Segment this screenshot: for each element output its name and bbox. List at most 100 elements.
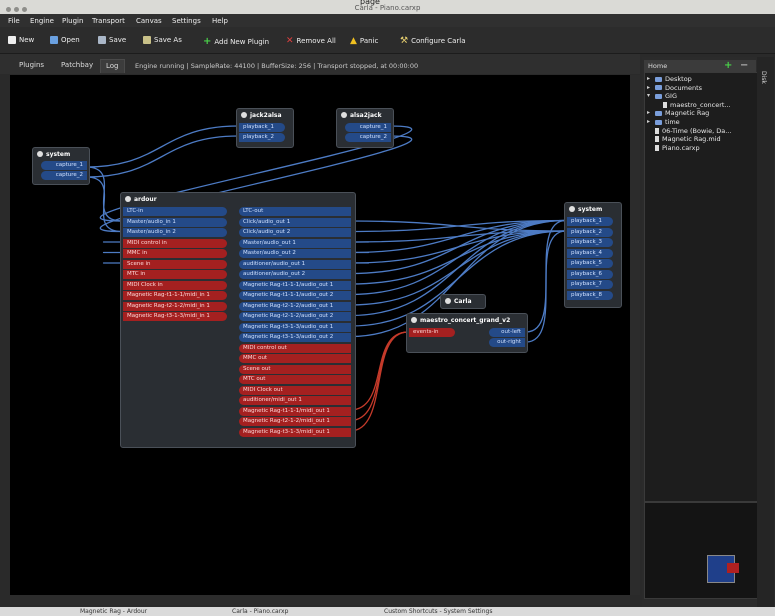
tree-item[interactable]: maestro_concert... [663, 101, 731, 109]
save-button[interactable]: Save [98, 36, 126, 44]
add-new-plugin-button[interactable]: + Add New Plugin [203, 36, 269, 47]
menu-transport[interactable]: Transport [92, 17, 125, 25]
node-ardour[interactable]: ardour LTC-in Master/audio_in 1 Master/aud… [120, 192, 356, 448]
ardour-output-port[interactable]: Magnetic Rag-t2-1-2/audio_out 2 [239, 312, 351, 321]
port-playback-1[interactable]: playback_1 [239, 123, 285, 132]
system-playback-port[interactable]: playback_4 [567, 248, 613, 258]
collapsed-arrow-icon[interactable]: ▸ [647, 109, 650, 116]
ardour-output-port[interactable]: Magnetic Rag-t2-1-2/midi_out 1 [239, 417, 351, 426]
ardour-output-port[interactable]: Click/audio_out 2 [239, 228, 351, 237]
port-capture-2[interactable]: capture_2 [41, 171, 87, 180]
tab-patchbay[interactable]: Patchbay [56, 59, 98, 72]
port-out-right[interactable]: out-right [489, 338, 525, 347]
collapsed-arrow-icon[interactable]: ▸ [647, 84, 650, 91]
ardour-output-port[interactable]: MIDI Clock out [239, 385, 351, 395]
collapsed-arrow-icon[interactable]: ▸ [647, 75, 650, 82]
ardour-output-port[interactable]: Magnetic Rag-t3-1-3/audio_out 1 [239, 322, 351, 332]
ardour-output-port[interactable]: auditioner/midi_out 1 [239, 396, 351, 405]
disk-side-tab[interactable]: Disk [757, 57, 774, 607]
tree-item[interactable]: ▸ Desktop [647, 75, 692, 83]
ardour-input-port[interactable]: Scene in [123, 259, 227, 269]
tab-plugins[interactable]: Plugins [14, 59, 49, 72]
remove-folder-icon[interactable]: − [740, 60, 748, 71]
ardour-input-port[interactable]: Master/audio_in 2 [123, 228, 227, 237]
node-maestro-concert-grand[interactable]: maestro_concert_grand_v2 events-in out-l… [406, 313, 528, 353]
ardour-output-port[interactable]: Scene out [239, 364, 351, 374]
tree-item[interactable]: Piano.carxp [655, 144, 700, 152]
task-carla[interactable]: Carla - Piano.carxp [232, 608, 288, 615]
remove-all-button[interactable]: ✕ Remove All [286, 36, 336, 46]
new-button[interactable]: New [8, 36, 34, 44]
ardour-output-port[interactable]: Magnetic Rag-t1-1-1/midi_out 1 [239, 406, 351, 416]
task-shortcuts[interactable]: Custom Shortcuts - System Settings [384, 608, 492, 615]
system-playback-port[interactable]: playback_3 [567, 238, 613, 247]
menu-settings[interactable]: Settings [172, 17, 201, 25]
node-alsa2jack[interactable]: alsa2jack capture_1 capture_2 [336, 108, 394, 148]
ardour-output-port[interactable]: Magnetic Rag-t1-1-1/audio_out 1 [239, 280, 351, 290]
system-playback-port[interactable]: playback_1 [567, 217, 613, 226]
panic-button[interactable]: ▲ Panic [350, 36, 378, 46]
ardour-output-port[interactable]: MTC out [239, 375, 351, 384]
ardour-input-port[interactable]: Magnetic Rag-t2-1-2/midi_in 1 [123, 301, 227, 311]
tree-item[interactable]: ▸ Documents [647, 84, 702, 92]
node-carla[interactable]: Carla [440, 294, 486, 309]
menu-engine[interactable]: Engine [30, 17, 54, 25]
ardour-output-port[interactable]: LTC-out [239, 207, 351, 216]
ardour-input-port[interactable]: Magnetic Rag-t3-1-3/midi_in 1 [123, 312, 227, 321]
task-ardour[interactable]: Magnetic Rag - Ardour [80, 608, 147, 615]
menu-plugin[interactable]: Plugin [62, 17, 83, 25]
system-playback-port[interactable]: playback_2 [567, 227, 613, 237]
ardour-output-port[interactable]: Master/audio_out 2 [239, 249, 351, 258]
canvas-vertical-scrollbar[interactable] [630, 75, 640, 595]
port-events-in[interactable]: events-in [409, 328, 455, 337]
ardour-output-port[interactable]: Magnetic Rag-t3-1-3/audio_out 2 [239, 333, 351, 342]
system-playback-port[interactable]: playback_5 [567, 259, 613, 268]
menu-file[interactable]: File [8, 17, 20, 25]
ardour-output-port[interactable]: MIDI control out [239, 343, 351, 353]
ardour-output-port[interactable]: Master/audio_out 1 [239, 238, 351, 248]
ardour-output-port[interactable]: auditioner/audio_out 2 [239, 270, 351, 279]
toolbar: New Open Save Save As + Add New Plugin ✕ R… [0, 27, 775, 54]
ardour-input-port[interactable]: LTC-in [123, 207, 227, 216]
tab-log[interactable]: Log [100, 59, 125, 73]
collapsed-arrow-icon[interactable]: ▸ [647, 118, 650, 125]
tree-item[interactable]: 06-Time (Bowie, Da... [655, 127, 731, 135]
system-playback-port[interactable]: playback_7 [567, 280, 613, 289]
ardour-output-port[interactable]: auditioner/audio_out 1 [239, 259, 351, 269]
add-folder-icon[interactable]: + [724, 60, 732, 71]
tree-item[interactable]: Magnetic Rag.mid [655, 135, 721, 143]
tree-item[interactable]: ▸ time [647, 118, 680, 126]
tree-item[interactable]: ▾ GIG [647, 92, 677, 100]
port-capture-2[interactable]: capture_2 [345, 133, 391, 142]
port-playback-2[interactable]: playback_2 [239, 133, 285, 142]
system-playback-port[interactable]: playback_6 [567, 269, 613, 279]
ardour-input-port[interactable]: MIDI Clock in [123, 280, 227, 290]
ardour-input-port[interactable]: MMC in [123, 249, 227, 258]
ardour-input-port[interactable]: Magnetic Rag-t1-1-1/midi_in 1 [123, 291, 227, 300]
canvas-horizontal-scrollbar[interactable] [10, 595, 630, 605]
expanded-arrow-icon[interactable]: ▾ [647, 92, 650, 99]
patchbay-canvas[interactable]: system capture_1 capture_2 jack2alsa pla… [10, 75, 630, 595]
port-capture-1[interactable]: capture_1 [345, 123, 391, 132]
save-as-button[interactable]: Save As [143, 36, 182, 44]
ardour-output-port[interactable]: Magnetic Rag-t1-1-1/audio_out 2 [239, 291, 351, 300]
menu-canvas[interactable]: Canvas [136, 17, 162, 25]
ardour-output-port[interactable]: Magnetic Rag-t3-1-3/midi_out 1 [239, 427, 351, 437]
system-playback-port[interactable]: playback_8 [567, 290, 613, 300]
ardour-output-port[interactable]: Click/audio_out 1 [239, 217, 351, 227]
port-out-left[interactable]: out-left [489, 328, 525, 337]
ardour-input-port[interactable]: Master/audio_in 1 [123, 217, 227, 227]
open-button[interactable]: Open [50, 36, 80, 44]
port-capture-1[interactable]: capture_1 [41, 161, 87, 170]
menu-help[interactable]: Help [212, 17, 228, 25]
tree-item[interactable]: ▸ Magnetic Rag [647, 109, 709, 117]
node-system-capture[interactable]: system capture_1 capture_2 [32, 147, 90, 185]
ardour-input-port[interactable]: MIDI control in [123, 238, 227, 248]
ardour-output-port[interactable]: Magnetic Rag-t2-1-2/audio_out 1 [239, 301, 351, 311]
node-jack2alsa[interactable]: jack2alsa playback_1 playback_2 [236, 108, 294, 148]
canvas-minimap[interactable] [644, 502, 758, 599]
configure-carla-button[interactable]: ⚒ Configure Carla [400, 36, 466, 46]
node-system-playback[interactable]: system playback_1 playback_2 playback_3 pla… [564, 202, 622, 308]
ardour-output-port[interactable]: MMC out [239, 354, 351, 363]
ardour-input-port[interactable]: MTC in [123, 270, 227, 279]
